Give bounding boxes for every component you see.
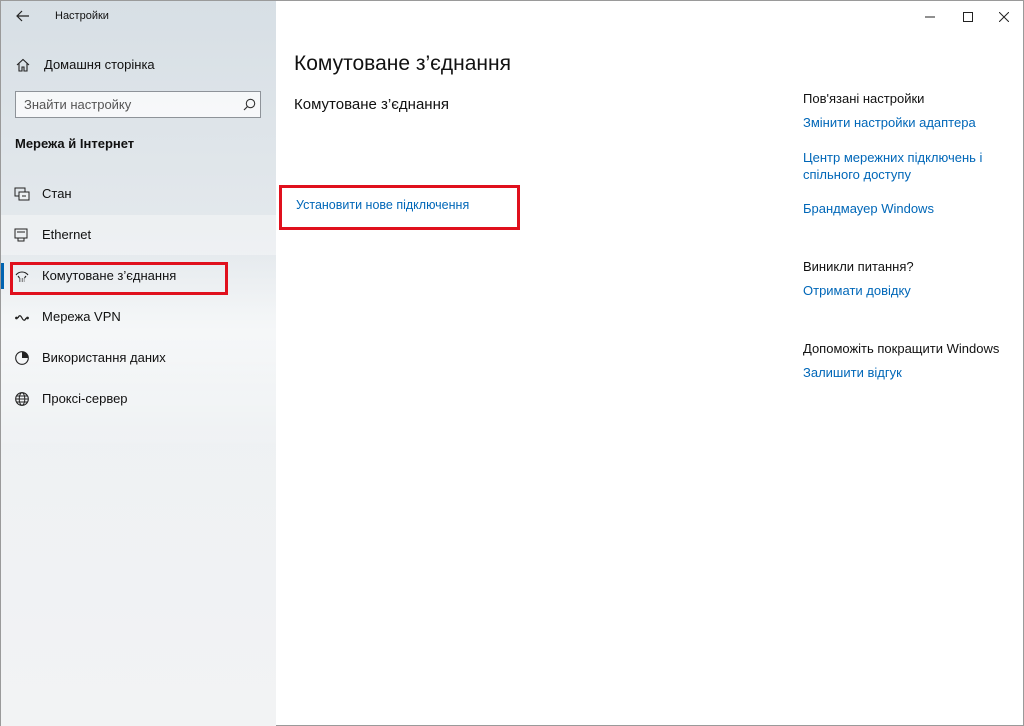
title-bar: Настройки <box>1 1 276 32</box>
setup-new-connection-link[interactable]: Установити нове підключення <box>296 198 469 212</box>
selection-indicator <box>1 263 4 289</box>
globe-icon <box>14 391 30 407</box>
sidebar-item-label: Проксі-сервер <box>42 391 128 406</box>
search-icon[interactable] <box>243 98 256 111</box>
sidebar-item-data-usage[interactable]: Використання даних <box>1 338 276 378</box>
sidebar-item-label: Ethernet <box>42 227 92 242</box>
sidebar-item-vpn[interactable]: Мережа VPN <box>1 297 276 337</box>
back-arrow-icon <box>16 10 29 22</box>
sidebar-item-label: Стан <box>42 186 72 201</box>
search-box[interactable] <box>15 91 261 118</box>
get-help-link[interactable]: Отримати довідку <box>803 282 1003 299</box>
home-label: Домашня сторінка <box>44 57 155 72</box>
sidebar-item-label: Використання даних <box>42 350 166 365</box>
settings-window: Настройки Домашня сторінка Мережа й Інте… <box>0 0 1024 726</box>
network-sharing-center-link[interactable]: Центр мережних підключень і спільного до… <box>803 149 993 183</box>
sidebar-item-status[interactable]: Стан <box>1 174 276 214</box>
sidebar-item-proxy[interactable]: Проксі-сервер <box>1 379 276 419</box>
search-input[interactable] <box>24 96 234 113</box>
section-subtitle: Комутоване з’єднання <box>294 96 449 113</box>
vpn-icon <box>14 309 30 325</box>
page-title: Комутоване з’єднання <box>294 52 511 75</box>
related-settings-heading: Пов'язані настройки <box>803 91 925 106</box>
home-icon <box>15 57 31 73</box>
sidebar-item-dialup[interactable]: Комутоване з’єднання <box>1 256 276 296</box>
sidebar-item-label: Мережа VPN <box>42 309 121 324</box>
firewall-link[interactable]: Брандмауер Windows <box>803 200 1003 217</box>
related-settings-panel: Пов'язані настройки Змінити настройки ад… <box>803 1 1024 726</box>
feedback-link[interactable]: Залишити відгук <box>803 364 1003 381</box>
sidebar-item-home[interactable]: Домашня сторінка <box>1 51 276 77</box>
app-title: Настройки <box>55 10 109 22</box>
improve-windows-heading: Допоможіть покращити Windows <box>803 341 1000 356</box>
sidebar-item-label: Комутоване з’єднання <box>42 268 177 283</box>
sidebar: Настройки Домашня сторінка Мережа й Інте… <box>1 1 276 726</box>
adapter-settings-link[interactable]: Змінити настройки адаптера <box>803 114 1003 131</box>
ethernet-icon <box>14 227 30 243</box>
data-usage-icon <box>14 350 30 366</box>
section-title: Мережа й Інтернет <box>15 136 135 151</box>
status-icon <box>14 186 30 202</box>
sidebar-item-ethernet[interactable]: Ethernet <box>1 215 276 255</box>
back-button[interactable] <box>9 5 37 27</box>
questions-heading: Виникли питання? <box>803 259 914 274</box>
dialup-icon <box>14 268 30 284</box>
main-content: Комутоване з’єднання Комутоване з’єднанн… <box>276 1 1024 726</box>
